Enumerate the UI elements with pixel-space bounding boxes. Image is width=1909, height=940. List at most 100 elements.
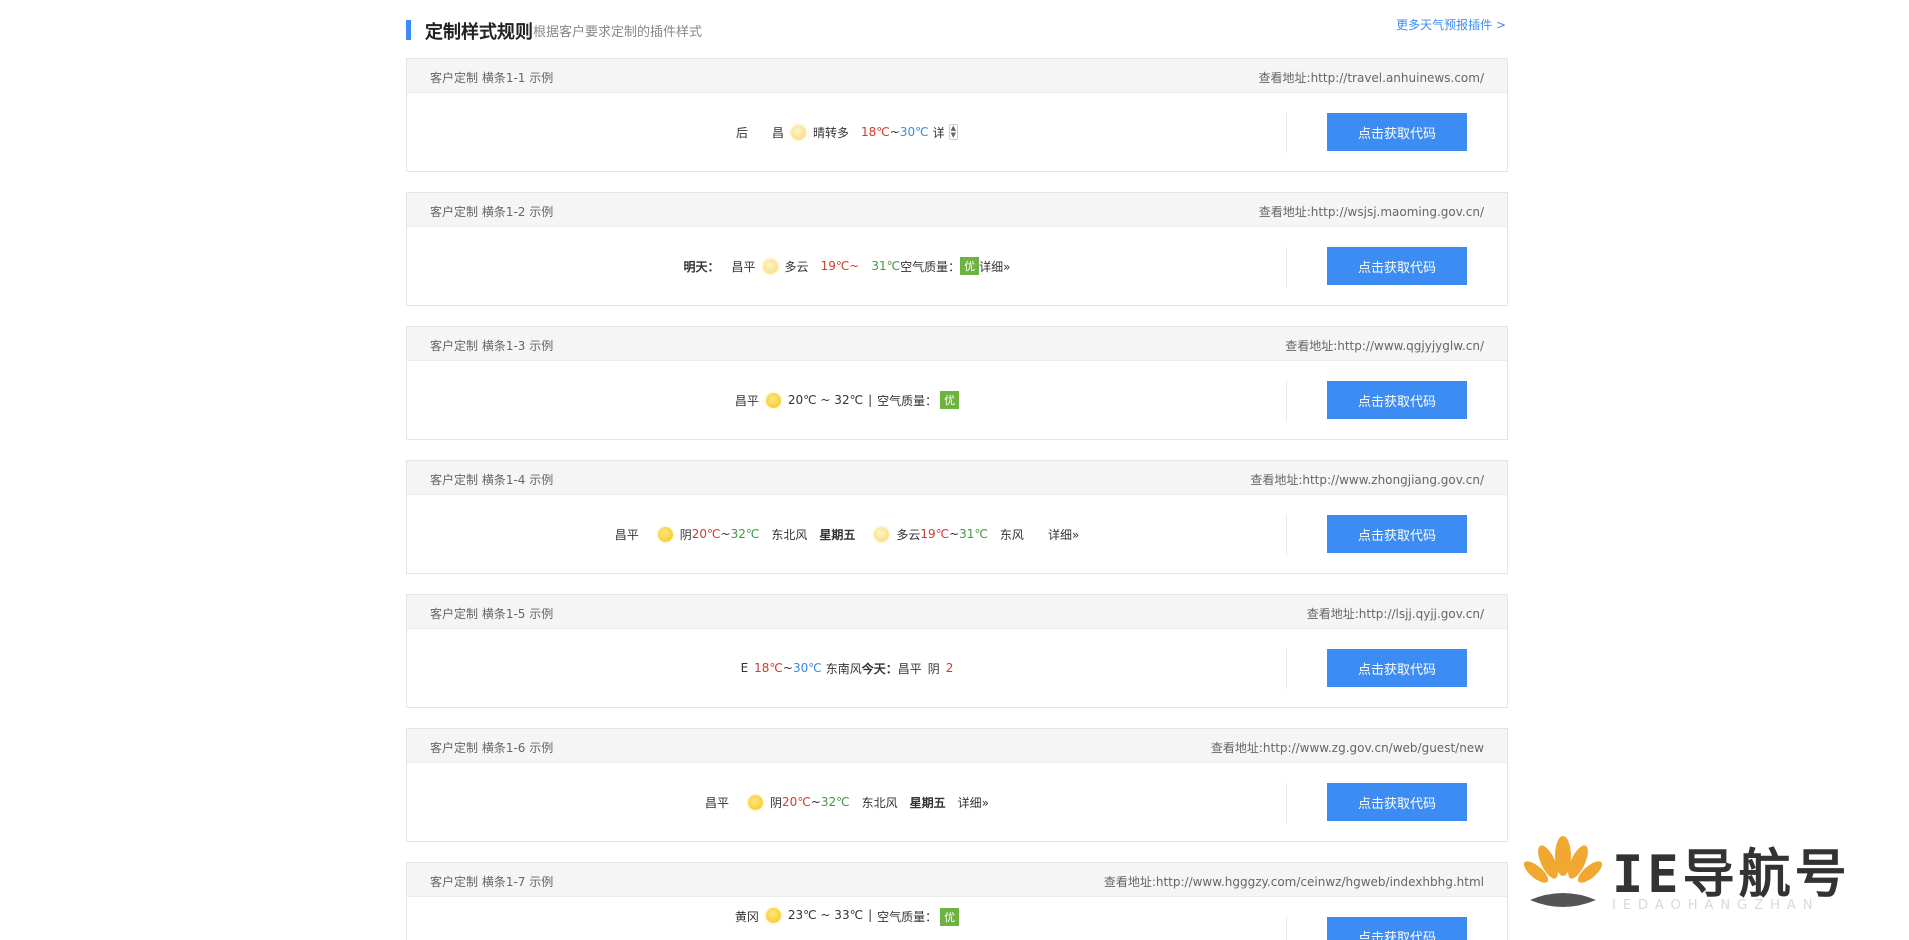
- temp-high: 19℃~: [820, 259, 860, 273]
- weather-widget-preview: 昌平 阴 20℃ ~ 32℃ 东北风 星期五 多云 19℃ ~ 31℃ 东风 详…: [614, 526, 1080, 543]
- example-card-7: 客户定制 横条1-7 示例 查看地址:http://www.hgggzy.com…: [406, 862, 1508, 940]
- get-code-button[interactable]: 点击获取代码: [1327, 113, 1467, 151]
- divider: [1286, 247, 1287, 287]
- card-header: 客户定制 横条1-7 示例 查看地址:http://www.hgggzy.com…: [407, 863, 1507, 897]
- air-quality-badge: 优: [940, 391, 960, 409]
- wind-direction: 东北风: [861, 795, 898, 810]
- more-plugins-link[interactable]: 更多天气预报插件 >: [1396, 16, 1506, 33]
- card-header: 客户定制 横条1-5 示例 查看地址:http://lsjj.qyjj.gov.…: [407, 595, 1507, 629]
- page-subtitle: 根据客户要求定制的插件样式: [533, 25, 703, 40]
- weather-widget-preview: 黄冈 23℃ ~ 33℃ | 空气质量： 优: [407, 897, 1287, 940]
- card-url[interactable]: 查看地址:http://travel.anhuinews.com/: [1259, 69, 1484, 86]
- card-body: 明天： 昌平 多云 19℃~ 31℃ 空气质量： 优 详细» 点击获取代码: [407, 227, 1507, 305]
- temp-high: 18℃: [861, 125, 890, 139]
- card-body: 昌平 20℃ ~ 32℃ | 空气质量： 优 点击获取代码: [407, 361, 1507, 439]
- get-code-button[interactable]: 点击获取代码: [1327, 381, 1467, 419]
- section-header: 定制样式规则 根据客户要求定制的插件样式 更多天气预报插件 >: [406, 16, 1506, 56]
- watermark-subtitle: IEDAOHANGZHAN: [1612, 898, 1820, 913]
- temperature-range: 23℃ ~ 33℃: [787, 908, 864, 922]
- example-card-2: 客户定制 横条1-2 示例 查看地址:http://wsjsj.maoming.…: [406, 192, 1508, 306]
- wind-direction: 东南风: [825, 661, 862, 676]
- temp-high: 30℃: [792, 661, 822, 675]
- example-card-3: 客户定制 横条1-3 示例 查看地址:http://www.qgjyjyglw.…: [406, 326, 1508, 440]
- get-code-button[interactable]: 点击获取代码: [1327, 247, 1467, 285]
- weather-condition: 多云: [896, 527, 921, 542]
- details-link[interactable]: 详细»: [979, 258, 1010, 275]
- air-quality-label: 空气质量：: [900, 259, 961, 274]
- site-watermark: IE导航号 IEDAOHANGZHAN: [1520, 828, 1900, 940]
- get-code-button[interactable]: 点击获取代码: [1327, 649, 1467, 687]
- example-card-4: 客户定制 横条1-4 示例 查看地址:http://www.zhongjiang…: [406, 460, 1508, 574]
- get-code-button[interactable]: 点击获取代码: [1327, 515, 1467, 553]
- temp-low: 18℃: [754, 661, 783, 675]
- widget-city: 昌: [772, 125, 785, 140]
- weather-widget-preview: 后 昌 晴转多 18℃ ~ 30℃ 详 ▲ ▼: [735, 124, 958, 141]
- divider: [1286, 381, 1287, 421]
- card-label: 客户定制 横条1-1 示例: [430, 71, 554, 85]
- air-quality-label: 空气质量：: [877, 910, 938, 924]
- card-header: 客户定制 横条1-4 示例 查看地址:http://www.zhongjiang…: [407, 461, 1507, 495]
- cloudy-icon: [762, 258, 778, 274]
- get-code-button[interactable]: 点击获取代码: [1327, 917, 1467, 940]
- card-header: 客户定制 横条1-3 示例 查看地址:http://www.qgjyjyglw.…: [407, 327, 1507, 361]
- widget-city: 昌平: [614, 527, 639, 542]
- widget-city: 昌平: [705, 795, 730, 810]
- lotus-logo-icon: [1523, 836, 1603, 907]
- card-label: 客户定制 横条1-5 示例: [430, 607, 554, 621]
- card-header: 客户定制 横条1-6 示例 查看地址:http://www.zg.gov.cn/…: [407, 729, 1507, 763]
- details-link[interactable]: 详: [933, 124, 945, 141]
- weekday: 星期五: [909, 795, 946, 810]
- card-url[interactable]: 查看地址:http://www.qgjyjyglw.cn/: [1285, 337, 1484, 354]
- widget-city: 黄冈: [734, 910, 759, 924]
- card-url[interactable]: 查看地址:http://www.zhongjiang.gov.cn/: [1250, 471, 1484, 488]
- sun-icon: [657, 526, 673, 542]
- card-header: 客户定制 横条1-1 示例 查看地址:http://travel.anhuine…: [407, 59, 1507, 93]
- divider: [1286, 113, 1287, 153]
- weather-condition: 阴: [770, 795, 783, 810]
- card-url[interactable]: 查看地址:http://lsjj.qyjj.gov.cn/: [1307, 605, 1484, 622]
- divider: [1286, 783, 1287, 823]
- details-link[interactable]: 详细»: [958, 794, 989, 811]
- example-card-6: 客户定制 横条1-6 示例 查看地址:http://www.zg.gov.cn/…: [406, 728, 1508, 842]
- temp-low: 19℃: [920, 527, 950, 541]
- widget-city: 昌平: [734, 393, 759, 408]
- weather-condition: 多云: [784, 259, 809, 274]
- card-url[interactable]: 查看地址:http://www.hgggzy.com/ceinwz/hgweb/…: [1104, 873, 1484, 890]
- title-accent-bar: [406, 20, 411, 40]
- card-body: E 18℃ ~ 30℃ 东南风 今天： 昌平 阴 2 点击获取代码: [407, 629, 1507, 707]
- divider: [1286, 917, 1287, 940]
- temp-high: 31℃: [959, 527, 988, 541]
- card-url[interactable]: 查看地址:http://wsjsj.maoming.gov.cn/: [1259, 203, 1484, 220]
- weather-condition: 阴: [927, 661, 940, 676]
- widget-city: 昌平: [731, 259, 756, 274]
- card-body: 后 昌 晴转多 18℃ ~ 30℃ 详 ▲ ▼ 点击获取代码: [407, 93, 1507, 171]
- card-body: 昌平 阴 20℃ ~ 32℃ 东北风 星期五 详细» 点击获取代码: [407, 763, 1507, 841]
- example-card-1: 客户定制 横条1-1 示例 查看地址:http://travel.anhuine…: [406, 58, 1508, 172]
- card-label: 客户定制 横条1-7 示例: [430, 875, 554, 889]
- air-quality-badge: 优: [940, 908, 960, 926]
- weather-widget-preview: 明天： 昌平 多云 19℃~ 31℃ 空气质量： 优 详细»: [407, 227, 1287, 305]
- widget-text: 后: [735, 125, 748, 140]
- spinner-arrows-icon[interactable]: ▲ ▼: [948, 124, 958, 140]
- temp-low: 31℃: [871, 259, 901, 273]
- card-url[interactable]: 查看地址:http://www.zg.gov.cn/web/guest/new: [1211, 739, 1484, 756]
- sun-icon: [791, 124, 807, 140]
- sun-icon: [748, 794, 764, 810]
- wind-direction: 东北风: [771, 527, 808, 542]
- details-link[interactable]: 详细»: [1048, 526, 1079, 543]
- temperature-range: 20℃ ~ 32℃: [787, 393, 864, 407]
- card-body: 昌平 阴 20℃ ~ 32℃ 东北风 星期五 多云 19℃ ~ 31℃ 东风 详…: [407, 495, 1507, 573]
- temp-high: 32℃: [730, 527, 760, 541]
- divider: [1286, 649, 1287, 689]
- card-label: 客户定制 横条1-4 示例: [430, 473, 554, 487]
- air-quality-badge: 优: [960, 257, 980, 275]
- temp-high: 32℃: [820, 795, 850, 809]
- weather-condition: 晴转多: [813, 125, 850, 140]
- temp-partial: 2: [945, 661, 954, 675]
- card-label: 客户定制 横条1-2 示例: [430, 205, 554, 219]
- temp-low: 20℃: [782, 795, 811, 809]
- air-quality-label: 空气质量：: [877, 393, 938, 408]
- get-code-button[interactable]: 点击获取代码: [1327, 783, 1467, 821]
- weather-marquee-preview: E 18℃ ~ 30℃ 东南风 今天： 昌平 阴 2: [740, 661, 954, 676]
- weather-widget-preview: 昌平 阴 20℃ ~ 32℃ 东北风 星期五 详细»: [705, 794, 989, 811]
